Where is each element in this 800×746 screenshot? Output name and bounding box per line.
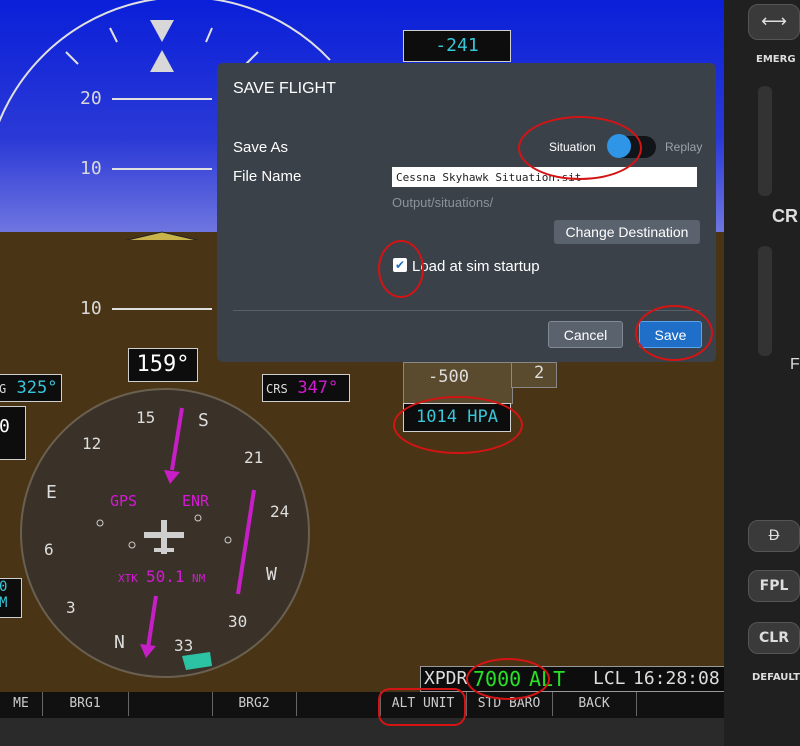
lcl-label: LCL [593,668,626,689]
cancel-button[interactable]: Cancel [548,321,623,348]
annotation-situation-toggle [518,116,642,180]
left-fragment-box: 0 M [0,578,22,618]
local-time: 16:28:08 [633,668,720,689]
pitch-label-10: 10 [80,158,102,179]
save-as-label: Save As [233,139,289,156]
pitch-line-10 [112,168,212,170]
course-needle [96,407,256,670]
file-name-label: File Name [233,168,302,185]
bezel-knob-upper[interactable] [758,86,772,196]
fpl-button[interactable]: FPL [748,570,800,602]
partial-f-label: F [790,356,800,373]
direct-to-button[interactable]: D [748,520,800,552]
bezel-knob-lower[interactable] [758,246,772,356]
softkey-blank-2[interactable] [296,692,381,716]
annotation-load-checkbox [378,240,424,298]
pitch-label-20: 20 [80,88,102,109]
hsi-compass-rose: 15 S 21 24 W 30 N 33 6 E 12 3 GPS ENR XT… [20,388,310,678]
softkey-brg2[interactable]: BRG2 [212,692,297,716]
default-label: DEFAULT [752,672,800,683]
emerg-label: EMERG [756,54,796,65]
ownship-airplane-icon [144,520,184,554]
annotation-squawk [466,658,550,700]
softkey-back[interactable]: BACK [552,692,637,716]
option-replay[interactable]: Replay [665,140,702,154]
vsi-scale-small: 2 [511,362,557,388]
vsi-target-box: -241 [403,30,511,62]
softkey-bezel-strip [0,718,724,746]
vsi-target: -241 [435,35,479,56]
output-path: Output/situations/ [392,195,494,210]
load-at-startup-label[interactable]: Load at sim startup [412,258,540,275]
dialog-divider [233,310,700,311]
annotation-baro [393,396,523,454]
pitch-line-minus-10 [112,308,212,310]
softkey-brg1[interactable]: BRG1 [42,692,129,716]
pitch-line-20 [112,98,212,100]
clr-button[interactable]: CLR [748,622,800,654]
softkey-bar: ME BRG1 BRG2 ALT UNIT STD BARO BACK [0,692,724,746]
dialog-title: SAVE FLIGHT [233,80,336,97]
vsi-scale-value: -500 [428,367,469,387]
display-bezel: ⟷ EMERG CR F D FPL CLR DEFAULT [724,0,800,746]
softkey-blank-3[interactable] [636,692,724,716]
cr-label: CR [772,206,798,226]
change-destination-button[interactable]: Change Destination [554,220,700,244]
pitch-label-minus-10: 10 [80,298,102,319]
reversionary-arrow-button[interactable]: ⟷ [748,4,800,40]
annotation-alt-unit [378,688,466,726]
heading-readout: 159° [128,348,198,382]
softkey-me[interactable]: ME [0,692,43,716]
annotation-save-button [635,305,713,361]
softkey-blank-1[interactable] [128,692,213,716]
